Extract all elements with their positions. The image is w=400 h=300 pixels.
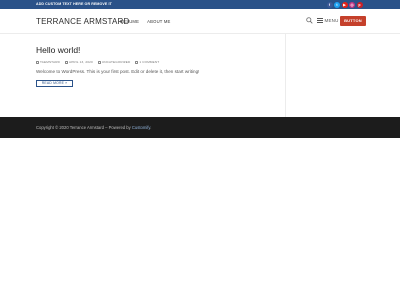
site-title[interactable]: TERRANCE ARMSTARD [36,17,129,26]
search-icon[interactable] [306,17,313,24]
youtube-icon[interactable]: ▶ [341,1,348,8]
site-footer: Copyright © 2020 Terrance Armstard – Pow… [0,117,400,138]
main-content: Hello world! TAEMSTARD APRIL 13, 2020 UN… [0,34,400,117]
nav-item-about-me[interactable]: ABOUT ME [147,19,170,24]
facebook-icon[interactable]: f [326,1,333,8]
post-comments[interactable]: 1 COMMENT [135,60,159,64]
top-bar: ADD CUSTOM TEXT HERE OR REMOVE IT f t ▶ … [0,0,400,9]
comment-icon [135,60,139,64]
post-category[interactable]: UNCATEGORIZED [97,60,131,64]
footer-copyright: Copyright © 2020 Terrance Armstard – Pow… [36,125,151,130]
menu-label: MENU [324,18,339,23]
primary-nav: RESUME ABOUT ME [120,19,179,24]
sidebar-divider [285,34,286,117]
post-author-label: TAEMSTARD [40,60,60,64]
user-icon [36,60,39,64]
clock-icon [64,60,68,64]
post-comments-label: 1 COMMENT [139,60,160,64]
pinterest-icon[interactable]: p [356,1,363,8]
nav-item-resume[interactable]: RESUME [120,19,139,24]
post-date-label: APRIL 13, 2020 [68,60,93,64]
footer-suffix: . [150,125,152,130]
footer-copyright-text: Copyright © 2020 Terrance Armstard – Pow… [36,125,131,130]
social-links: f t ▶ ◎ p [325,1,363,8]
instagram-icon[interactable]: ◎ [349,1,355,8]
post-meta: TAEMSTARD APRIL 13, 2020 UNCATEGORIZED 1… [36,60,164,64]
twitter-icon[interactable]: t [334,1,340,8]
header-button[interactable]: BUTTON [340,16,366,26]
top-bar-text: ADD CUSTOM TEXT HERE OR REMOVE IT [36,2,112,6]
post-category-label: UNCATEGORIZED [101,60,131,64]
folder-icon [97,60,101,64]
post-title[interactable]: Hello world! [36,45,80,55]
footer-theme-link[interactable]: Customify [132,125,150,130]
site-header: TERRANCE ARMSTARD RESUME ABOUT ME MENU B… [0,9,400,34]
hamburger-icon [317,18,323,23]
read-more-button[interactable]: READ MORE » [36,80,73,87]
post-author[interactable]: TAEMSTARD [36,60,60,64]
menu-toggle[interactable]: MENU [317,18,339,23]
post-date[interactable]: APRIL 13, 2020 [64,60,93,64]
post-excerpt: Welcome to WordPress. This is your first… [36,69,200,74]
